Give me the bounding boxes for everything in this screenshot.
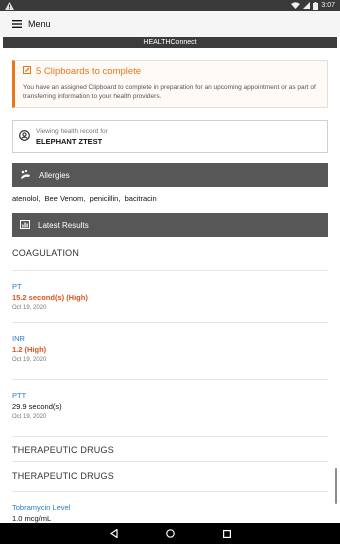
result-date: Oct 19, 2020 [12,357,47,363]
page-title: HEALTHConnect [3,37,337,48]
warning-icon [5,1,14,10]
allergies-list: atenolol, Bee Venom, penicillin, bacitra… [12,194,328,203]
latest-results-header[interactable]: Latest Results [12,213,328,237]
menu-label: Menu [28,19,51,29]
result-name[interactable]: Tobramycin Level [12,503,328,512]
category-coagulation: COAGULATION [12,248,80,258]
clipboard-edit-icon [23,66,31,77]
result-name[interactable]: PTT [12,391,328,400]
allergy-item: Bee Venom, [44,194,86,203]
battery-icon [313,1,319,10]
hamburger-icon [12,15,22,33]
category-therapeutic-drugs: THERAPEUTIC DRUGS [12,471,114,481]
allergies-header-label: Allergies [39,170,70,180]
result-date: Oct 19, 2020 [12,414,47,420]
allergy-item: atenolol, [12,194,41,203]
allergy-item: bacitracin [124,194,157,203]
result-ptt[interactable]: PTT 29.9 second(s) Oct 19, 2020 [12,380,328,437]
result-name[interactable]: INR [12,334,328,343]
allergies-header[interactable]: Allergies [12,163,328,187]
status-bar: 3:07 [0,0,340,11]
wifi-icon [291,2,301,9]
content-scroll-area[interactable]: 5 Clipboards to complete You have an ass… [0,48,340,523]
signal-icon [303,2,311,9]
back-button[interactable] [109,525,118,543]
app-bar: Menu [0,11,340,37]
health-record-selector[interactable]: Viewing health record for ELEPHANT ZTEST [12,120,328,153]
result-value: 15.2 second(s) (High) [12,293,88,302]
result-inr[interactable]: INR 1.2 (High) Oct 19, 2020 [12,323,328,380]
status-time: 3:07 [321,2,335,9]
result-value: 29.9 second(s) [12,402,62,411]
home-button[interactable] [165,525,175,543]
recents-button[interactable] [222,525,231,543]
scrollbar[interactable] [335,468,337,504]
menu-button[interactable]: Menu [12,15,51,33]
result-value: 1.2 (High) [12,345,47,354]
allergy-item: penicillin, [89,194,121,203]
clipboard-alert-body: You have an assigned Clipboard to comple… [23,84,316,100]
result-tobramycin[interactable]: Tobramycin Level 1.0 mcg/mL [12,492,328,523]
home-circle-icon [165,525,175,543]
result-name[interactable]: PT [12,282,328,291]
latest-results-header-label: Latest Results [38,220,89,230]
system-nav-bar [0,523,340,544]
clipboard-alert[interactable]: 5 Clipboards to complete You have an ass… [12,60,328,108]
category-therapeutic-drugs: THERAPEUTIC DRUGS [12,445,114,455]
result-date: Oct 19, 2020 [12,305,47,311]
allergies-icon [20,169,31,181]
result-pt[interactable]: PT 15.2 second(s) (High) Oct 19, 2020 [12,271,328,323]
record-name: ELEPHANT ZTEST [36,136,103,146]
clipboard-alert-title: 5 Clipboards to complete [36,66,142,77]
record-label: Viewing health record for [36,127,108,135]
bar-chart-icon [20,219,30,231]
back-triangle-icon [109,525,118,543]
recents-square-icon [222,525,231,543]
person-icon [19,128,30,146]
result-value: 1.0 mcg/mL [12,514,52,523]
